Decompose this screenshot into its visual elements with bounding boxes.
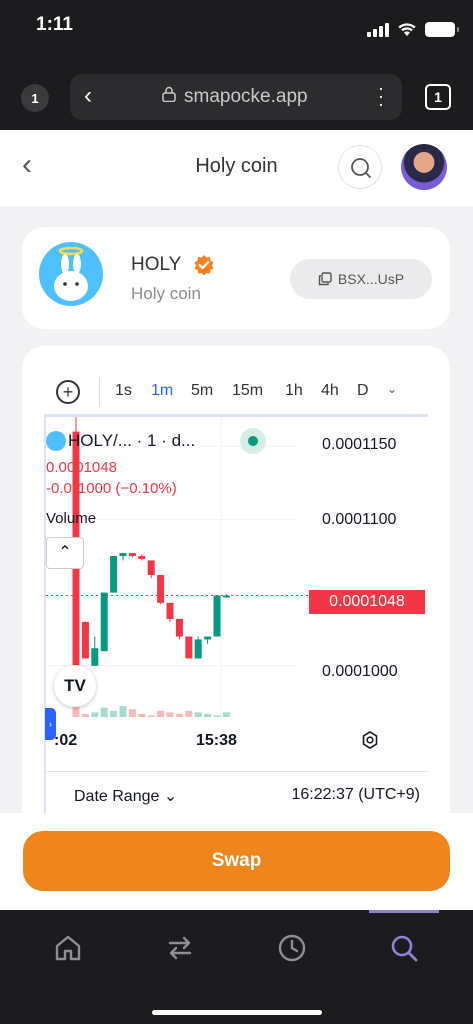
- volume-bar: [138, 713, 146, 717]
- candle: [147, 560, 155, 578]
- candle: [204, 636, 212, 644]
- verified-badge-icon: [194, 255, 214, 276]
- candle: [222, 594, 230, 598]
- volume-bar: [194, 712, 202, 717]
- price-chart[interactable]: HOLY/... · 1 · d... 0.0001048 -0.0₆1000 …: [44, 414, 428, 824]
- y-tick-label: 0.0001150: [322, 436, 397, 453]
- candle: [213, 595, 221, 637]
- token-name: Holy coin: [131, 284, 201, 303]
- timeframe-1h[interactable]: 1h: [285, 382, 303, 400]
- y-tick-label: 0.0001100: [322, 511, 397, 528]
- candle: [175, 618, 183, 640]
- swap-button[interactable]: Swap: [23, 831, 450, 891]
- volume-bar: [157, 710, 165, 717]
- more-options-icon[interactable]: · · ·: [378, 79, 384, 113]
- signal-icon: [367, 22, 389, 37]
- timeframe-4h[interactable]: 4h: [321, 382, 339, 400]
- chart-settings-icon[interactable]: [360, 730, 380, 750]
- candle: [138, 554, 146, 561]
- search-icon[interactable]: [386, 930, 422, 966]
- lock-icon: [162, 86, 176, 102]
- home-icon[interactable]: [50, 930, 86, 966]
- volume-bar: [213, 715, 221, 717]
- legend-change: -0.0₆1000 (−0.10%): [46, 480, 177, 497]
- collapse-legend-button[interactable]: ⌃: [46, 537, 84, 569]
- token-symbol: HOLY: [131, 254, 182, 275]
- copy-icon: [318, 272, 332, 286]
- y-tick-label: 0.0001000: [322, 663, 398, 680]
- search-icon: [351, 158, 371, 178]
- volume-bar: [100, 707, 108, 717]
- volume-bar: [166, 712, 174, 717]
- tab-group-button[interactable]: 1: [21, 84, 49, 112]
- chart-timestamp: 16:22:37 (UTC+9): [291, 786, 420, 803]
- active-tab-indicator: [369, 910, 439, 913]
- search-button[interactable]: [338, 145, 382, 189]
- candle: [185, 636, 193, 659]
- home-indicator: [152, 1010, 322, 1015]
- x-tick-label: 15:38: [196, 732, 237, 749]
- swap-arrows-icon[interactable]: [162, 930, 198, 966]
- status-icons: [367, 22, 459, 37]
- legend-price: 0.0001048: [46, 459, 117, 476]
- candle: [157, 575, 165, 605]
- volume-bar: [91, 712, 99, 717]
- token-card: HOLY Holy coin BSX...UsP: [22, 227, 450, 329]
- candle: [166, 602, 174, 622]
- legend-volume-label: Volume: [46, 510, 97, 527]
- tradingview-logo[interactable]: TV: [54, 665, 96, 707]
- add-indicator-icon[interactable]: +: [56, 380, 80, 404]
- legend-token-logo: [46, 431, 66, 451]
- volume-bar: [110, 710, 118, 717]
- url-text: smapocke.app: [184, 86, 308, 107]
- toolbar-divider: [99, 378, 100, 406]
- volume-bar: [147, 715, 155, 717]
- tabs-button[interactable]: 1: [425, 84, 451, 110]
- timeframe-1s[interactable]: 1s: [115, 382, 132, 400]
- candle: [128, 553, 136, 558]
- candle: [100, 592, 108, 652]
- chevron-down-icon[interactable]: ⌄: [387, 382, 397, 396]
- volume-bar: [222, 712, 230, 717]
- candle: [81, 621, 89, 659]
- volume-bar: [128, 709, 136, 717]
- chart-legend-title: HOLY/... · 1 · d...: [68, 431, 196, 450]
- top-nav: ‹ Holy coin: [0, 130, 473, 206]
- address-text: BSX...UsP: [337, 271, 405, 287]
- token-logo: [39, 242, 103, 306]
- bottom-nav: [0, 910, 473, 1024]
- wifi-icon: [398, 23, 416, 36]
- browser-back-icon[interactable]: ‹: [84, 82, 92, 110]
- chart-toolbar: + 1s 1m 5m 15m 1h 4h D ⌄: [22, 376, 450, 408]
- timeframe-1m[interactable]: 1m: [151, 382, 173, 400]
- page-content: ‹ Holy coin HOLY Holy coin BSX...UsP + 1…: [0, 130, 473, 910]
- volume-bar: [119, 706, 127, 717]
- timeframe-15m[interactable]: 15m: [232, 382, 263, 400]
- timeframe-d[interactable]: D: [357, 382, 369, 400]
- status-bar: 1:11: [0, 0, 473, 52]
- timeframe-5m[interactable]: 5m: [191, 382, 213, 400]
- chart-footer: Date Range ⌄ 16:22:37 (UTC+9): [44, 771, 428, 817]
- status-time: 1:11: [36, 14, 73, 35]
- market-status-icon: [240, 428, 266, 454]
- current-price-label: 0.0001048: [309, 590, 425, 614]
- candle: [119, 553, 127, 561]
- address-bar[interactable]: ‹ smapocke.app · · ·: [70, 74, 402, 120]
- candle: [91, 636, 99, 666]
- swap-bar: Swap: [0, 813, 473, 910]
- volume-bar: [204, 713, 212, 717]
- date-range-dropdown[interactable]: Date Range ⌄: [74, 786, 177, 806]
- history-icon[interactable]: [274, 930, 310, 966]
- candle: [194, 636, 202, 659]
- volume-bar: [175, 713, 183, 717]
- x-tick-label: :02: [54, 732, 78, 749]
- candle: [110, 556, 118, 593]
- browser-toolbar: 1 ‹ smapocke.app · · · 1: [0, 52, 473, 130]
- avatar[interactable]: [401, 144, 447, 190]
- copy-address-button[interactable]: BSX...UsP: [290, 259, 432, 299]
- battery-icon: [425, 22, 459, 37]
- side-panel-toggle[interactable]: ›: [45, 708, 56, 740]
- volume-bar: [185, 710, 193, 717]
- volume-bar: [81, 713, 89, 717]
